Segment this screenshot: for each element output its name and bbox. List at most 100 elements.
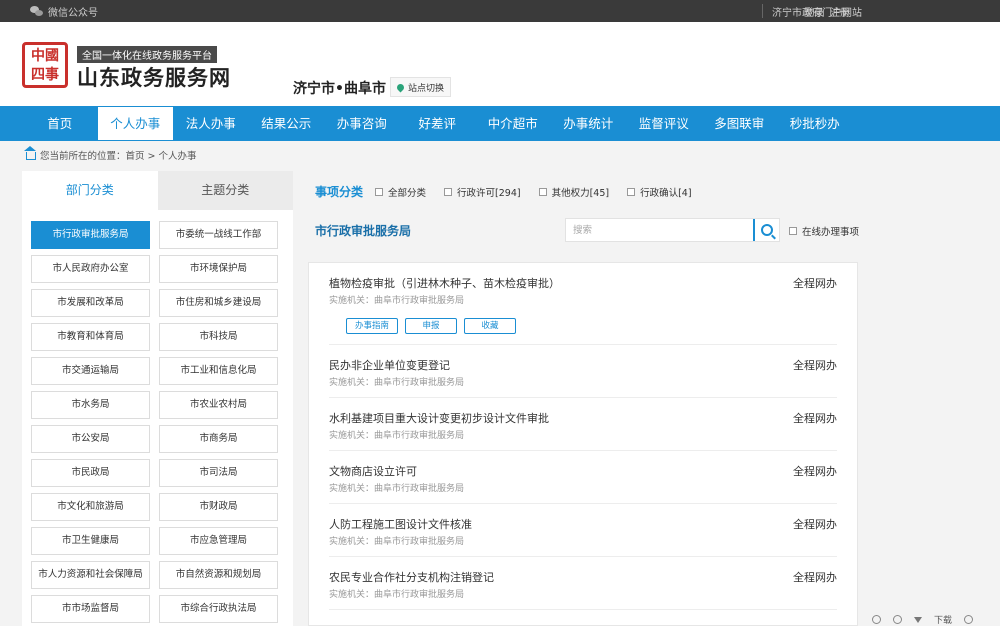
dept-button[interactable]: 市商务局	[159, 425, 278, 453]
item-title[interactable]: 人防工程施工图设计文件核准	[329, 516, 472, 532]
download-label[interactable]: 下载	[934, 613, 952, 626]
nav-consult[interactable]: 办事咨询	[324, 106, 400, 141]
item-filter: 事项分类 全部分类 行政许可[294] 其他权力[45] 行政确认[4]	[315, 183, 710, 200]
item-mode: 全程网办	[793, 412, 837, 425]
list-item[interactable]: 人防工程施工图设计文件核准 实施机关：曲阜市行政审批服务局 全程网办	[329, 504, 837, 557]
nav-corporate[interactable]: 法人办事	[173, 106, 249, 141]
seal-logo[interactable]: 中國 四事	[22, 42, 68, 88]
item-mode: 全程网办	[793, 359, 837, 372]
settings-icon[interactable]	[893, 615, 902, 624]
platform-slogan: 全国一体化在线政务服务平台	[77, 46, 217, 63]
user-icon[interactable]	[964, 615, 974, 624]
header: 中國 四事 全国一体化在线政务服务平台 山东政务服务网 济宁市•曲阜市 站点切换	[0, 22, 1000, 106]
tab-theme[interactable]: 主题分类	[157, 171, 293, 210]
tab-department[interactable]: 部门分类	[22, 171, 158, 210]
filter-license[interactable]: 行政许可[294]	[444, 185, 521, 199]
nav-statistics[interactable]: 办事统计	[551, 106, 627, 141]
dept-button[interactable]: 市科技局	[159, 323, 278, 351]
list-item[interactable]: 植物检疫审批（引进林木种子、苗木检疫审批） 实施机关：曲阜市行政审批服务局 全程…	[329, 263, 837, 345]
dept-button[interactable]: 市环境保护局	[159, 255, 278, 283]
dept-button[interactable]: 市住房和城乡建设局	[159, 289, 278, 317]
nav-results[interactable]: 结果公示	[249, 106, 325, 141]
category-panel: 部门分类 主题分类 市行政审批服务局 市委统一战线工作部 市人民政府办公室 市环…	[22, 171, 293, 626]
nav-evaluation[interactable]: 好差评	[400, 106, 476, 141]
dept-button[interactable]: 市发展和改革局	[31, 289, 150, 317]
dept-button[interactable]: 市工业和信息化局	[159, 357, 278, 385]
search-input[interactable]	[566, 219, 751, 241]
dept-button[interactable]: 市委统一战线工作部	[159, 221, 278, 249]
apply-button[interactable]: 申报	[405, 318, 457, 334]
portal-link[interactable]: 济宁市政府门户网站	[772, 4, 862, 19]
dept-button[interactable]: 市行政审批服务局	[31, 221, 150, 249]
dept-button[interactable]: 市农业农村局	[159, 391, 278, 419]
online-only-filter[interactable]: 在线办理事项	[789, 224, 859, 238]
filter-title: 事项分类	[315, 185, 364, 199]
download-icon[interactable]	[914, 616, 922, 623]
checkbox[interactable]	[375, 187, 384, 196]
item-title[interactable]: 植物检疫审批（引进林木种子、苗木检疫审批）	[329, 275, 560, 291]
checkbox[interactable]	[627, 187, 636, 196]
item-org: 实施机关：曲阜市行政审批服务局	[329, 590, 465, 600]
list-item[interactable]: 民办非企业单位变更登记 实施机关：曲阜市行政审批服务局 全程网办	[329, 345, 837, 398]
item-org: 实施机关：曲阜市行政审批服务局	[329, 431, 465, 441]
checkbox[interactable]	[444, 187, 453, 196]
dept-button[interactable]: 市卫生健康局	[31, 527, 150, 555]
dept-button[interactable]: 市民政局	[31, 459, 150, 487]
wechat-label: 微信公众号	[48, 8, 98, 19]
search-box	[565, 218, 780, 242]
item-title[interactable]: 文物商店设立许可	[329, 463, 417, 479]
search-button[interactable]	[753, 219, 779, 241]
dept-button[interactable]: 市人力资源和社会保障局	[31, 561, 150, 589]
nav-supervision[interactable]: 监督评议	[626, 106, 702, 141]
list-item[interactable]: 农民专业合作社分支机构注销登记 实施机关：曲阜市行政审批服务局 全程网办	[329, 557, 837, 610]
item-title[interactable]: 民办非企业单位变更登记	[329, 357, 450, 373]
nav-joint-review[interactable]: 多图联审	[702, 106, 778, 141]
filter-other-power[interactable]: 其他权力[45]	[538, 185, 609, 199]
selected-department-title: 市行政审批服务局	[315, 224, 412, 238]
top-bar: 微信公众号 登录 注册 济宁市政府门户网站	[0, 0, 1000, 22]
dept-button[interactable]: 市文化和旅游局	[31, 493, 150, 521]
item-mode: 全程网办	[793, 571, 837, 584]
dept-button[interactable]: 市司法局	[159, 459, 278, 487]
checkbox[interactable]	[538, 187, 547, 196]
item-mode: 全程网办	[793, 465, 837, 478]
item-list: 植物检疫审批（引进林木种子、苗木检疫审批） 实施机关：曲阜市行政审批服务局 全程…	[308, 262, 858, 626]
dept-button[interactable]: 市自然资源和规划局	[159, 561, 278, 589]
site-switch-label: 站点切换	[408, 83, 445, 94]
current-city: 济宁市•曲阜市	[293, 81, 386, 97]
breadcrumb-text: 您当前所在的位置：首页 > 个人办事	[40, 151, 197, 162]
dept-button[interactable]: 市水务局	[31, 391, 150, 419]
item-title[interactable]: 农民专业合作社分支机构注销登记	[329, 569, 494, 585]
dept-button[interactable]: 市人民政府办公室	[31, 255, 150, 283]
dept-button[interactable]: 市财政局	[159, 493, 278, 521]
filter-all[interactable]: 全部分类	[375, 185, 426, 199]
dept-button[interactable]: 市应急管理局	[159, 527, 278, 555]
nav-personal[interactable]: 个人办事	[97, 107, 173, 140]
site-name[interactable]: 山东政务服务网	[77, 62, 231, 92]
site-switch-button[interactable]: 站点切换	[390, 77, 452, 97]
dept-button[interactable]: 市市场监督局	[31, 595, 150, 623]
guide-button[interactable]: 办事指南	[346, 318, 398, 334]
wechat-icon	[30, 6, 43, 17]
dept-button[interactable]: 市综合行政执法局	[159, 595, 278, 623]
favorite-button[interactable]: 收藏	[464, 318, 516, 334]
nav-home[interactable]: 首页	[22, 106, 98, 141]
dept-button[interactable]: 市公安局	[31, 425, 150, 453]
item-mode: 全程网办	[793, 277, 837, 290]
nav-instant-approval[interactable]: 秒批秒办	[777, 106, 853, 141]
topbar-divider	[762, 4, 763, 18]
nav-agency-market[interactable]: 中介超市	[475, 106, 551, 141]
checkbox[interactable]	[789, 227, 797, 235]
filter-confirmation[interactable]: 行政确认[4]	[627, 185, 692, 199]
wechat-link[interactable]: 微信公众号	[30, 4, 98, 19]
item-title[interactable]: 水利基建项目重大设计变更初步设计文件审批	[329, 410, 549, 426]
main-nav: 首页 个人办事 法人办事 结果公示 办事咨询 好差评 中介超市 办事统计 监督评…	[0, 106, 1000, 141]
dept-button[interactable]: 市教育和体育局	[31, 323, 150, 351]
location-pin-icon	[395, 82, 406, 92]
accessibility-icon[interactable]	[872, 615, 881, 624]
floating-tools: 下载	[872, 613, 974, 626]
list-item[interactable]: 水利基建项目重大设计变更初步设计文件审批 实施机关：曲阜市行政审批服务局 全程网…	[329, 398, 837, 451]
dept-button[interactable]: 市交通运输局	[31, 357, 150, 385]
home-icon	[24, 146, 36, 160]
list-item[interactable]: 文物商店设立许可 实施机关：曲阜市行政审批服务局 全程网办	[329, 451, 837, 504]
